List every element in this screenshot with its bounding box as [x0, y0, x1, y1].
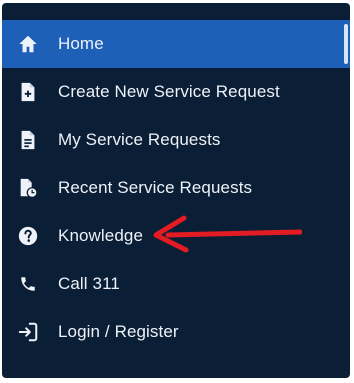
menu-item-label: Home — [58, 34, 104, 53]
login-icon — [16, 320, 40, 344]
menu-item-home[interactable]: Home — [2, 20, 350, 68]
side-menu: Home Create New Service Request My Servi… — [2, 20, 350, 356]
menu-item-label: Recent Service Requests — [58, 178, 253, 197]
file-clock-icon — [16, 176, 40, 200]
question-circle-icon — [16, 224, 40, 248]
annotation-arrow — [153, 215, 302, 253]
menu-item-my-service-requests[interactable]: My Service Requests — [2, 116, 350, 164]
menu-item-label: Call 311 — [58, 274, 120, 293]
menu-item-label: Login / Register — [58, 322, 179, 341]
menu-item-label: Create New Service Request — [58, 82, 280, 101]
menu-item-label: Knowledge — [58, 226, 144, 245]
home-icon — [16, 32, 40, 56]
menu-item-recent-service-requests[interactable]: Recent Service Requests — [2, 164, 350, 212]
menu-item-label: My Service Requests — [58, 130, 221, 149]
menu-item-login-register[interactable]: Login / Register — [2, 308, 350, 356]
menu-item-create-new-service-request[interactable]: Create New Service Request — [2, 68, 350, 116]
file-text-icon — [16, 128, 40, 152]
side-menu-panel: Home Create New Service Request My Servi… — [2, 3, 350, 378]
file-plus-icon — [16, 80, 40, 104]
phone-icon — [16, 272, 40, 296]
menu-item-call-311[interactable]: Call 311 — [2, 260, 350, 308]
